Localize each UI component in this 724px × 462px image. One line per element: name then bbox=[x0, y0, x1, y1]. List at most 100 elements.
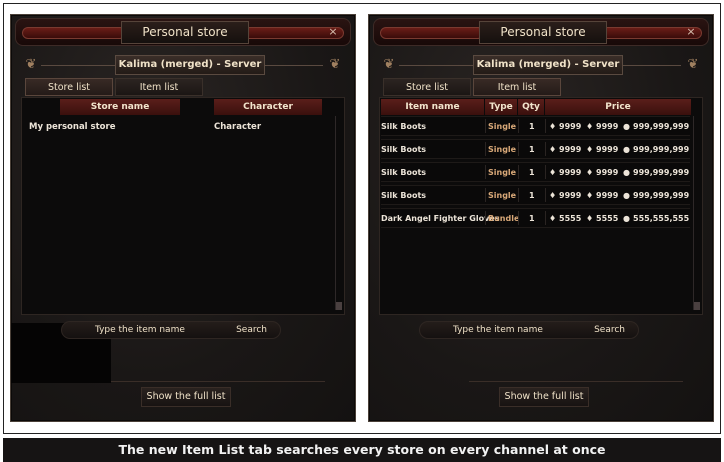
red-gem-price: 5555 bbox=[596, 214, 619, 223]
character-cell[interactable]: Character bbox=[214, 122, 261, 132]
ornament-right-icon: ❦ bbox=[687, 57, 699, 72]
search-input[interactable]: Type the item name bbox=[453, 321, 543, 339]
search-input[interactable]: Type the item name bbox=[95, 321, 185, 339]
gold-price: 999,999,999 bbox=[633, 191, 690, 200]
gold-coins-icon: ● bbox=[623, 122, 630, 131]
divider bbox=[485, 119, 486, 133]
divider bbox=[518, 142, 519, 156]
type-cell: Bundle bbox=[488, 214, 520, 223]
divider bbox=[518, 119, 519, 133]
column-header-item-name[interactable]: Item name bbox=[381, 99, 484, 115]
type-cell: Single bbox=[488, 122, 517, 131]
ornament-left-icon: ❦ bbox=[383, 57, 395, 72]
blue-gem-price: 9999 bbox=[559, 168, 582, 177]
personal-store-window-item-list: Personal store × ❦ Kalima (merged) - Ser… bbox=[368, 14, 714, 422]
blue-gem-price: 9999 bbox=[559, 145, 582, 154]
window-title: Personal store bbox=[121, 21, 249, 44]
scrollbar-thumb[interactable] bbox=[336, 302, 342, 310]
blue-gem-price: 9999 bbox=[559, 122, 582, 131]
item-list-panel: Item name Type Qty Price Silk Boots Singl… bbox=[379, 97, 703, 315]
red-gem-price: 9999 bbox=[596, 168, 619, 177]
search-button[interactable]: Search bbox=[236, 321, 267, 339]
item-name-cell: Dark Angel Fighter Gloves bbox=[381, 214, 500, 223]
red-gem-icon: ♦ bbox=[586, 168, 594, 177]
show-full-list-button[interactable]: Show the full list bbox=[141, 387, 231, 407]
divider bbox=[545, 211, 546, 225]
search-bar: Type the item name Search bbox=[419, 321, 639, 339]
column-header-store-name[interactable]: Store name bbox=[60, 99, 180, 115]
column-header-price[interactable]: Price bbox=[545, 99, 691, 115]
tab-item-list[interactable]: Item list bbox=[473, 78, 561, 96]
scrollbar[interactable] bbox=[693, 116, 700, 310]
tab-store-list[interactable]: Store list bbox=[25, 78, 113, 96]
gold-coins-icon: ● bbox=[623, 214, 630, 223]
red-gem-icon: ♦ bbox=[586, 214, 594, 223]
red-gem-price: 9999 bbox=[596, 145, 619, 154]
divider bbox=[623, 65, 681, 66]
ornament-right-icon: ❦ bbox=[329, 57, 341, 72]
tab-store-list[interactable]: Store list bbox=[383, 78, 471, 96]
store-list-panel: Store name Character My personal store C… bbox=[21, 97, 345, 315]
item-row[interactable]: Silk Boots Single 1 ♦ 9999 ♦ 9999 ● 999,999,999 bbox=[381, 162, 690, 182]
store-name-cell[interactable]: My personal store bbox=[29, 122, 115, 132]
server-name: Kalima (merged) - Server 12 bbox=[473, 55, 623, 88]
divider bbox=[485, 165, 486, 179]
search-bar: Type the item name Search bbox=[61, 321, 281, 339]
item-name-cell: Silk Boots bbox=[381, 168, 427, 177]
search-button[interactable]: Search bbox=[594, 321, 625, 339]
item-row[interactable]: Silk Boots Single 1 ♦ 9999 ♦ 9999 ● 999,999,999 bbox=[381, 139, 690, 159]
item-name-cell: Silk Boots bbox=[381, 191, 427, 200]
close-icon[interactable]: × bbox=[326, 25, 340, 39]
divider bbox=[265, 65, 323, 66]
gold-price: 999,999,999 bbox=[633, 145, 690, 154]
scrollbar[interactable] bbox=[335, 116, 342, 310]
server-bar: ❦ Kalima (merged) - Server 12 ❦ bbox=[383, 55, 699, 88]
personal-store-window-store-list: Personal store × ❦ Kalima (merged) - Ser… bbox=[10, 14, 356, 422]
blue-gem-price: 5555 bbox=[559, 214, 582, 223]
divider bbox=[399, 65, 473, 66]
red-gem-icon: ♦ bbox=[586, 145, 594, 154]
column-header-type[interactable]: Type bbox=[485, 99, 517, 115]
blue-gem-icon: ♦ bbox=[549, 214, 557, 223]
server-name: Kalima (merged) - Server 12 bbox=[115, 55, 265, 88]
ornament-left-icon: ❦ bbox=[25, 57, 37, 72]
show-full-list-button[interactable]: Show the full list bbox=[499, 387, 589, 407]
column-header-character[interactable]: Character bbox=[214, 99, 322, 115]
gold-coins-icon: ● bbox=[623, 191, 630, 200]
qty-cell: 1 bbox=[529, 122, 535, 131]
item-row[interactable]: Silk Boots Single 1 ♦ 9999 ♦ 9999 ● 999,999,999 bbox=[381, 185, 690, 205]
blue-gem-price: 9999 bbox=[559, 191, 582, 200]
divider bbox=[111, 381, 325, 382]
red-gem-price: 9999 bbox=[596, 122, 619, 131]
title-rail-left bbox=[22, 27, 126, 39]
title-bar: Personal store × bbox=[15, 18, 351, 46]
item-row[interactable]: Silk Boots Single 1 ♦ 9999 ♦ 9999 ● 999,999,999 bbox=[381, 116, 690, 136]
column-header-qty[interactable]: Qty bbox=[518, 99, 544, 115]
type-cell: Single bbox=[488, 168, 517, 177]
qty-cell: 1 bbox=[529, 214, 535, 223]
type-cell: Single bbox=[488, 191, 517, 200]
item-name-cell: Silk Boots bbox=[381, 145, 427, 154]
divider bbox=[545, 119, 546, 133]
red-gem-icon: ♦ bbox=[586, 191, 594, 200]
divider bbox=[545, 165, 546, 179]
qty-cell: 1 bbox=[529, 191, 535, 200]
divider bbox=[518, 165, 519, 179]
qty-cell: 1 bbox=[529, 145, 535, 154]
item-name-cell: Silk Boots bbox=[381, 122, 427, 131]
type-cell: Single bbox=[488, 145, 517, 154]
blue-gem-icon: ♦ bbox=[549, 145, 557, 154]
server-bar: ❦ Kalima (merged) - Server 12 ❦ bbox=[25, 55, 341, 88]
divider bbox=[545, 142, 546, 156]
tab-item-list[interactable]: Item list bbox=[115, 78, 203, 96]
gold-price: 999,999,999 bbox=[633, 122, 690, 131]
blue-gem-icon: ♦ bbox=[549, 168, 557, 177]
scrollbar-thumb[interactable] bbox=[694, 302, 700, 310]
blue-gem-icon: ♦ bbox=[549, 191, 557, 200]
divider bbox=[485, 188, 486, 202]
close-icon[interactable]: × bbox=[684, 25, 698, 39]
gold-price: 555,555,555 bbox=[633, 214, 690, 223]
item-row[interactable]: Dark Angel Fighter Gloves Bundle 1 ♦ 5555 ♦ 55… bbox=[381, 208, 690, 228]
title-rail-left bbox=[380, 27, 484, 39]
gold-coins-icon: ● bbox=[623, 145, 630, 154]
